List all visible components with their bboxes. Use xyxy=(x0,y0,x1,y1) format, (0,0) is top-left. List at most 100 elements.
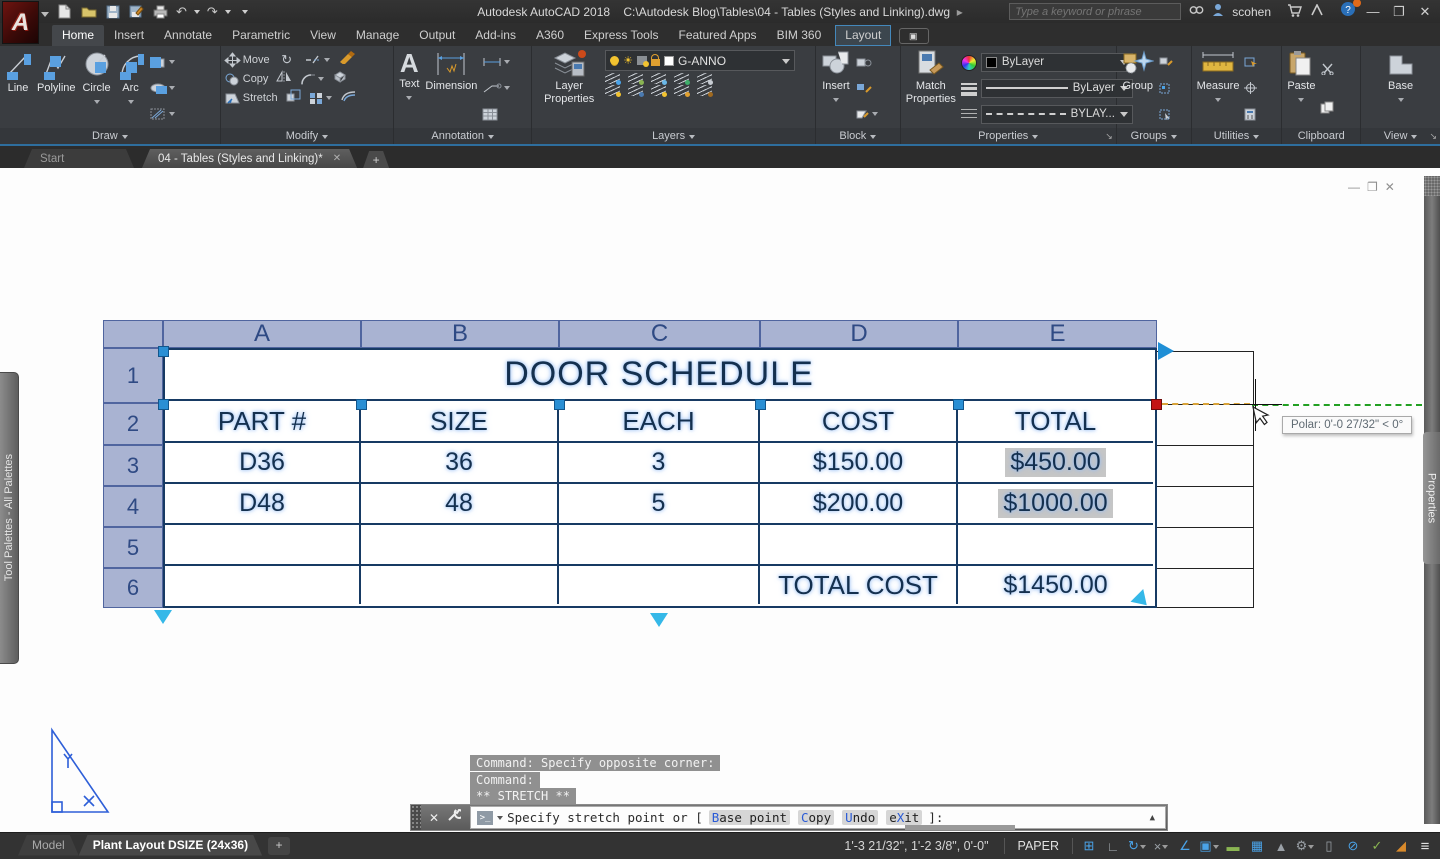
ortho-mode-icon[interactable]: ∟ xyxy=(1102,836,1124,856)
search-input[interactable] xyxy=(1009,3,1181,20)
command-history-toggle-icon[interactable]: ▲ xyxy=(1150,813,1159,823)
table-cell[interactable]: 5 xyxy=(559,484,760,525)
table-cell[interactable]: $150.00 xyxy=(760,443,958,484)
polyline-button[interactable]: Polyline xyxy=(35,48,78,128)
layer-dropdown-caret-icon[interactable] xyxy=(782,59,790,68)
layer-lock-tool-icon[interactable] xyxy=(674,73,689,84)
row-header-6[interactable]: 6 xyxy=(103,568,163,608)
hatch-button[interactable] xyxy=(149,106,175,123)
panel-label-layers[interactable]: Layers xyxy=(532,128,815,144)
layer-vp-freeze-icon[interactable] xyxy=(637,56,647,65)
insert-button[interactable]: Insert xyxy=(819,48,853,128)
tool-palettes-tab[interactable]: Tool Palettes - All Palettes xyxy=(0,372,19,664)
edit-attributes-icon[interactable] xyxy=(856,80,878,97)
object-snap-tracking-icon[interactable]: ∠ xyxy=(1174,836,1196,856)
object-color-dropdown[interactable]: ByLayer xyxy=(981,53,1133,72)
command-input[interactable]: >_ Specify stretch point or [Base pointC… xyxy=(470,806,1166,829)
linetype-dropdown[interactable]: BYLAY... xyxy=(981,105,1133,124)
layer-lock-icon[interactable] xyxy=(651,59,660,66)
group-edit-icon[interactable] xyxy=(1159,80,1173,97)
panel-label-view[interactable]: View↘ xyxy=(1361,128,1440,144)
performance-warning-icon[interactable]: ◢ xyxy=(1390,836,1412,856)
panel-label-groups[interactable]: Groups xyxy=(1117,128,1191,144)
text-button[interactable]: A Text xyxy=(397,48,421,128)
file-tab-start[interactable]: Start xyxy=(24,149,134,168)
table-height-grip-icon[interactable] xyxy=(154,610,172,633)
row-header-2[interactable]: 2 xyxy=(103,403,163,445)
ungroup-icon[interactable] xyxy=(1159,54,1173,71)
tab-parametric[interactable]: Parametric xyxy=(222,25,300,46)
door-schedule-table[interactable]: A B C D E 1 2 3 4 5 6 DOOR SCHEDULE PART… xyxy=(103,320,1157,608)
header-cell[interactable]: PART # xyxy=(165,401,361,443)
close-window-icon[interactable]: ✕ xyxy=(1416,4,1434,20)
layer-properties-button[interactable]: Layer Properties xyxy=(535,48,603,128)
stretch-button[interactable]: Stretch xyxy=(224,90,278,107)
layer-turn-all-on-icon[interactable] xyxy=(651,85,666,96)
copy-button[interactable]: Copy xyxy=(224,71,269,88)
open-file-icon[interactable] xyxy=(80,4,97,20)
plot-icon[interactable] xyxy=(152,4,169,20)
cut-icon[interactable] xyxy=(1320,60,1335,77)
tab-insert[interactable]: Insert xyxy=(104,25,154,46)
ribbon-collapse-button[interactable]: ▣ xyxy=(899,28,929,44)
save-as-icon[interactable] xyxy=(128,4,145,20)
array-button[interactable] xyxy=(309,90,332,107)
table-break-grip-icon[interactable] xyxy=(650,613,668,636)
viewport-minimize-icon[interactable]: — xyxy=(1348,180,1360,194)
define-attributes-icon[interactable] xyxy=(856,106,878,123)
table-corner-cell[interactable] xyxy=(103,320,163,348)
table-cell[interactable] xyxy=(559,566,760,604)
column-header-c[interactable]: C xyxy=(559,320,760,348)
linear-dimension-button[interactable] xyxy=(482,54,510,71)
tab-addins[interactable]: Add-ins xyxy=(465,25,526,46)
group-selection-icon[interactable] xyxy=(1159,106,1173,123)
match-properties-button[interactable]: Match Properties xyxy=(904,48,958,128)
tab-home[interactable]: Home xyxy=(52,25,104,46)
redo-icon[interactable]: ↷ xyxy=(207,5,218,18)
layout-tab-active[interactable]: Plant Layout DSIZE (24x36) xyxy=(79,835,262,856)
fillet-button[interactable] xyxy=(300,71,324,88)
panel-label-properties[interactable]: Properties↘ xyxy=(901,128,1116,144)
tab-view[interactable]: View xyxy=(300,25,346,46)
lineweight-display-icon[interactable]: ▬ xyxy=(1222,836,1244,856)
table-grid[interactable]: DOOR SCHEDULE PART # SIZE EACH COST TOTA… xyxy=(163,348,1157,608)
panel-label-clipboard[interactable]: Clipboard xyxy=(1282,128,1360,144)
insert-flyout-caret-icon[interactable] xyxy=(833,98,839,105)
table-grip[interactable] xyxy=(953,399,964,410)
table-cell[interactable]: 48 xyxy=(361,484,559,525)
recent-commands-caret-icon[interactable] xyxy=(497,816,503,823)
table-grip[interactable] xyxy=(554,399,565,410)
panel-label-draw[interactable]: Draw xyxy=(0,128,220,144)
row-header-4[interactable]: 4 xyxy=(103,486,163,527)
id-point-icon[interactable] xyxy=(1244,80,1259,97)
tab-featured-apps[interactable]: Featured Apps xyxy=(669,25,767,46)
table-grip[interactable] xyxy=(158,399,169,410)
hot-grip[interactable] xyxy=(1151,399,1162,410)
column-header-a[interactable]: A xyxy=(163,320,361,348)
customize-qat-caret-icon[interactable] xyxy=(242,10,248,17)
palette-strip-grip[interactable] xyxy=(1424,176,1440,196)
table-cell[interactable] xyxy=(559,525,760,566)
paste-button[interactable]: Paste xyxy=(1285,48,1317,128)
table-cell-formula[interactable]: $450.00 xyxy=(958,443,1153,484)
file-tab-active-drawing[interactable]: 04 - Tables (Styles and Linking)* ✕ xyxy=(142,149,357,168)
circle-button[interactable]: Circle xyxy=(80,48,114,128)
leader-button[interactable] xyxy=(482,80,510,97)
header-cell[interactable]: SIZE xyxy=(361,401,559,443)
undo-icon[interactable]: ↶ xyxy=(176,5,187,18)
command-line-bar[interactable]: ✕ >_ Specify stretch point or [Base poin… xyxy=(410,804,1168,831)
customize-command-icon[interactable] xyxy=(447,808,461,827)
group-button[interactable]: Group xyxy=(1120,48,1156,128)
workspace-switching-icon[interactable]: ⚙ xyxy=(1294,836,1316,856)
autoscale-annotation-icon[interactable]: ▲ xyxy=(1270,836,1292,856)
circle-flyout-caret-icon[interactable] xyxy=(94,100,100,107)
redo-caret-icon[interactable] xyxy=(225,10,231,17)
layer-on-icon[interactable] xyxy=(610,56,619,65)
table-cell[interactable] xyxy=(165,525,361,566)
table-grip[interactable] xyxy=(158,346,169,357)
table-button[interactable] xyxy=(482,106,510,123)
tab-bim360[interactable]: BIM 360 xyxy=(767,25,832,46)
quick-select-icon[interactable] xyxy=(1244,54,1259,71)
scale-icon[interactable] xyxy=(286,89,301,107)
table-cell[interactable] xyxy=(958,525,1153,566)
